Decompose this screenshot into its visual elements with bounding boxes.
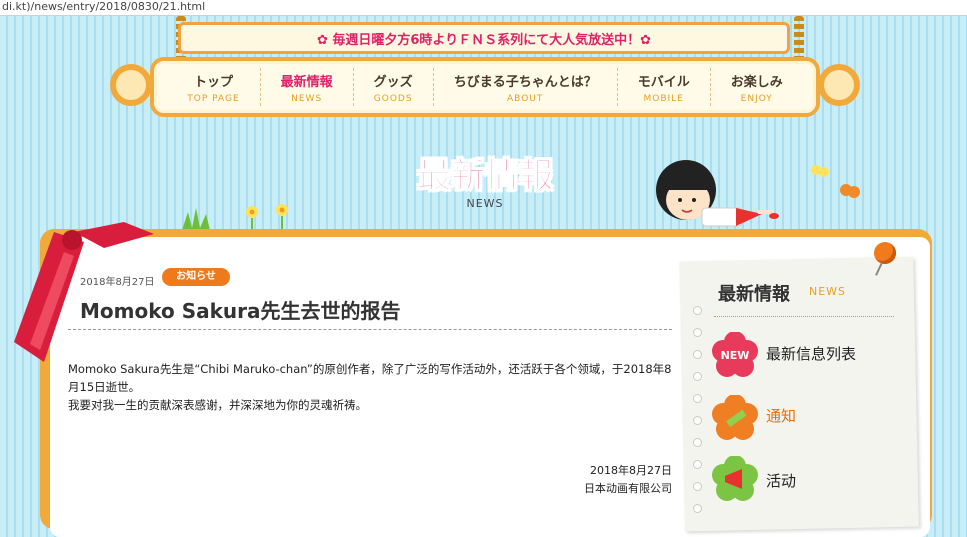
pushpin-icon bbox=[874, 242, 896, 264]
sidebar-subtitle: NEWS bbox=[809, 285, 847, 298]
title-divider bbox=[68, 329, 672, 330]
sidebar-item-events[interactable]: 活动 bbox=[766, 470, 796, 491]
banner-text: ✿ 毎週日曜夕方6時よりＦＮＳ系列にて大人気放送中！✿ bbox=[316, 32, 652, 48]
nav-label: お楽しみ bbox=[730, 74, 783, 90]
nav-item-mobile[interactable]: モバイル MOBILE bbox=[618, 68, 711, 106]
scroll-left-decoration bbox=[110, 64, 152, 106]
note-hole bbox=[693, 438, 702, 447]
nav-item-top[interactable]: トップ TOP PAGE bbox=[167, 68, 261, 106]
page-subtitle: NEWS bbox=[466, 197, 504, 210]
article-paragraph: 我要对我一生的贡献深表感谢，并深深地为你的灵魂祈祷。 bbox=[68, 398, 367, 412]
note-hole bbox=[693, 350, 702, 359]
nav-sublabel: MOBILE bbox=[643, 93, 684, 104]
new-badge-text: NEW bbox=[721, 349, 750, 362]
note-hole bbox=[693, 306, 702, 315]
new-flower-icon: NEW bbox=[712, 332, 758, 377]
maruko-character-illustration bbox=[656, 160, 779, 227]
sidebar-item-notice[interactable]: 通知 bbox=[766, 405, 796, 426]
page-title: 最新情報 bbox=[417, 156, 554, 197]
nav-item-enjoy[interactable]: お楽しみ ENJOY bbox=[711, 68, 803, 106]
nav-sublabel: ENJOY bbox=[740, 93, 773, 104]
sidebar-item-latest[interactable]: 最新信息列表 bbox=[766, 343, 856, 364]
nav-sublabel: GOODS bbox=[373, 93, 413, 104]
megaphone-flower-icon bbox=[712, 456, 758, 501]
signature-date: 2018年8月27日 bbox=[590, 464, 672, 477]
chain-right-decoration bbox=[794, 16, 804, 60]
nav-label: 最新情報 bbox=[280, 74, 333, 90]
note-hole bbox=[693, 328, 702, 337]
nav-sublabel: ABOUT bbox=[507, 93, 544, 104]
article-date: 2018年8月27日 bbox=[80, 277, 155, 288]
pencil-flower-icon bbox=[712, 395, 758, 440]
nav-label: モバイル bbox=[637, 74, 690, 90]
signature-company: 日本动画有限公司 bbox=[584, 482, 672, 495]
butterfly-decoration bbox=[811, 165, 860, 198]
main-nav: トップ TOP PAGE 最新情報 NEWS グッズ GOODS ちびまる子ちゃ… bbox=[150, 57, 820, 117]
note-hole bbox=[693, 482, 702, 491]
note-hole bbox=[693, 416, 702, 425]
sidebar-divider bbox=[714, 316, 894, 317]
scroll-right-decoration bbox=[818, 64, 860, 106]
nav-item-about[interactable]: ちびまる子ちゃんとは？ ABOUT bbox=[434, 68, 618, 106]
nav-label: トップ bbox=[193, 74, 233, 90]
article-signature: 2018年8月27日 日本动画有限公司 bbox=[584, 462, 672, 498]
grass-flowers-decoration bbox=[182, 204, 288, 230]
nav-label: グッズ bbox=[373, 74, 413, 90]
nav-label: ちびまる子ちゃんとは？ bbox=[453, 74, 597, 90]
note-hole bbox=[693, 372, 702, 381]
nav-sublabel: TOP PAGE bbox=[187, 93, 240, 104]
note-hole bbox=[693, 460, 702, 469]
note-hole bbox=[693, 394, 702, 403]
address-bar[interactable]: di.kt)/news/entry/2018/0830/21.html bbox=[0, 0, 967, 16]
article-paragraph: Momoko Sakura先生是“Chibi Maruko-chan”的原创作者… bbox=[68, 362, 672, 394]
nav-item-news[interactable]: 最新情報 NEWS bbox=[261, 68, 354, 106]
article-body: Momoko Sakura先生是“Chibi Maruko-chan”的原创作者… bbox=[68, 360, 678, 414]
broadcast-banner: ✿ 毎週日曜夕方6時よりＦＮＳ系列にて大人気放送中！✿ bbox=[178, 22, 790, 54]
nav-item-goods[interactable]: グッズ GOODS bbox=[354, 68, 434, 106]
article-title: Momoko Sakura先生去世的报告 bbox=[80, 299, 401, 323]
note-hole bbox=[693, 504, 702, 513]
category-badge[interactable]: お知らせ bbox=[162, 268, 230, 286]
sidebar-title: 最新情報 bbox=[718, 284, 790, 305]
nav-sublabel: NEWS bbox=[291, 93, 323, 104]
